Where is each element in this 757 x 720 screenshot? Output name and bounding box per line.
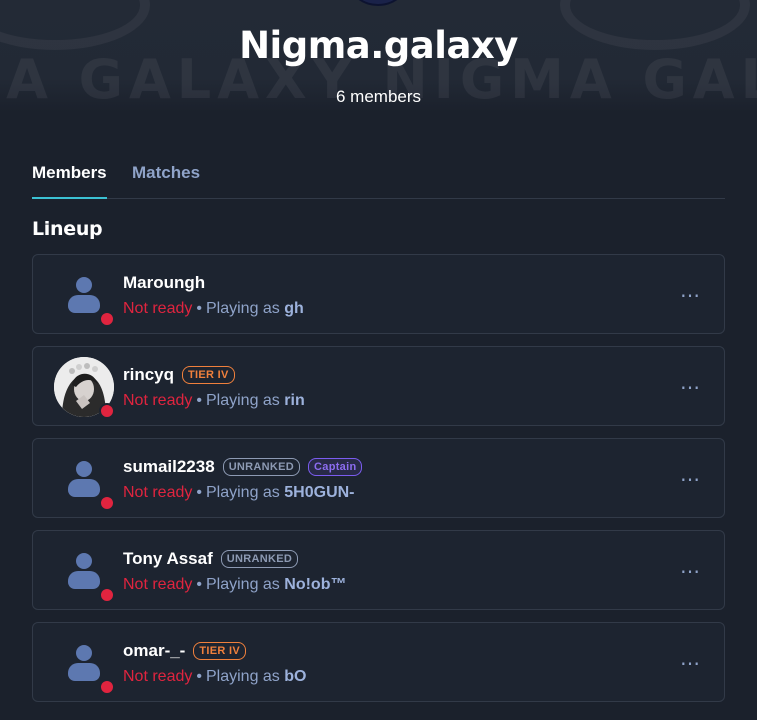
team-logo [353,0,403,4]
unranked-badge: UNRANKED [220,550,299,568]
status-dot-icon [99,679,115,695]
unranked-badge: UNRANKED [222,458,301,476]
in-game-name: gh [284,300,304,317]
ready-status: Not ready [123,300,193,317]
team-tabs: Members Matches [32,160,725,199]
team-name: Nigma.galaxy [239,24,518,67]
member-status-line: Not ready • Playing as 5H0GUN- [123,484,355,501]
captain-badge: Captain [308,458,363,476]
tier-badge: TIER IV [182,366,235,384]
member-card[interactable]: Maroungh Not ready • Playing as gh ⋯ [32,254,725,334]
ready-status: Not ready [123,668,193,685]
member-card[interactable]: Tony Assaf UNRANKED Not ready • Playing as… [32,530,725,610]
status-dot-icon [99,311,115,327]
member-name[interactable]: sumail2238 [123,457,215,477]
member-status-line: Not ready • Playing as bO [123,668,307,685]
ready-status: Not ready [123,484,193,501]
member-name[interactable]: omar-_- [123,641,185,661]
member-name[interactable]: Maroungh [123,273,205,293]
playing-as-label: Playing as [205,392,280,409]
ready-status: Not ready [123,392,193,409]
more-options-icon[interactable]: ⋯ [680,283,702,308]
status-dot-icon [99,587,115,603]
member-card[interactable]: rincyq TIER IV Not ready • Playing as rin … [32,346,725,426]
lineup-heading: Lineup [32,218,103,240]
ready-status: Not ready [123,576,193,593]
status-dot-icon [99,403,115,419]
tab-members[interactable]: Members [32,163,107,199]
member-list: Maroungh Not ready • Playing as gh ⋯ rincy… [32,254,725,714]
playing-as-label: Playing as [205,300,280,317]
more-options-icon[interactable]: ⋯ [680,375,702,400]
in-game-name: No!ob™ [284,576,347,593]
member-name[interactable]: Tony Assaf [123,549,213,569]
more-options-icon[interactable]: ⋯ [680,559,702,584]
tier-badge: TIER IV [193,642,246,660]
member-status-line: Not ready • Playing as No!ob™ [123,576,347,593]
member-status-line: Not ready • Playing as rin [123,392,305,409]
more-options-icon[interactable]: ⋯ [680,651,702,676]
member-card[interactable]: omar-_- TIER IV Not ready • Playing as bO … [32,622,725,702]
in-game-name: rin [284,392,305,409]
member-card[interactable]: sumail2238 UNRANKED Captain Not ready • Pl… [32,438,725,518]
playing-as-label: Playing as [205,668,280,685]
member-count: 6 members [335,87,422,106]
tab-matches[interactable]: Matches [132,163,200,197]
member-status-line: Not ready • Playing as gh [123,300,304,317]
more-options-icon[interactable]: ⋯ [680,467,702,492]
member-name[interactable]: rincyq [123,365,174,385]
status-dot-icon [99,495,115,511]
playing-as-label: Playing as [205,484,280,501]
in-game-name: bO [284,668,307,685]
in-game-name: 5H0GUN- [284,484,355,501]
playing-as-label: Playing as [205,576,280,593]
